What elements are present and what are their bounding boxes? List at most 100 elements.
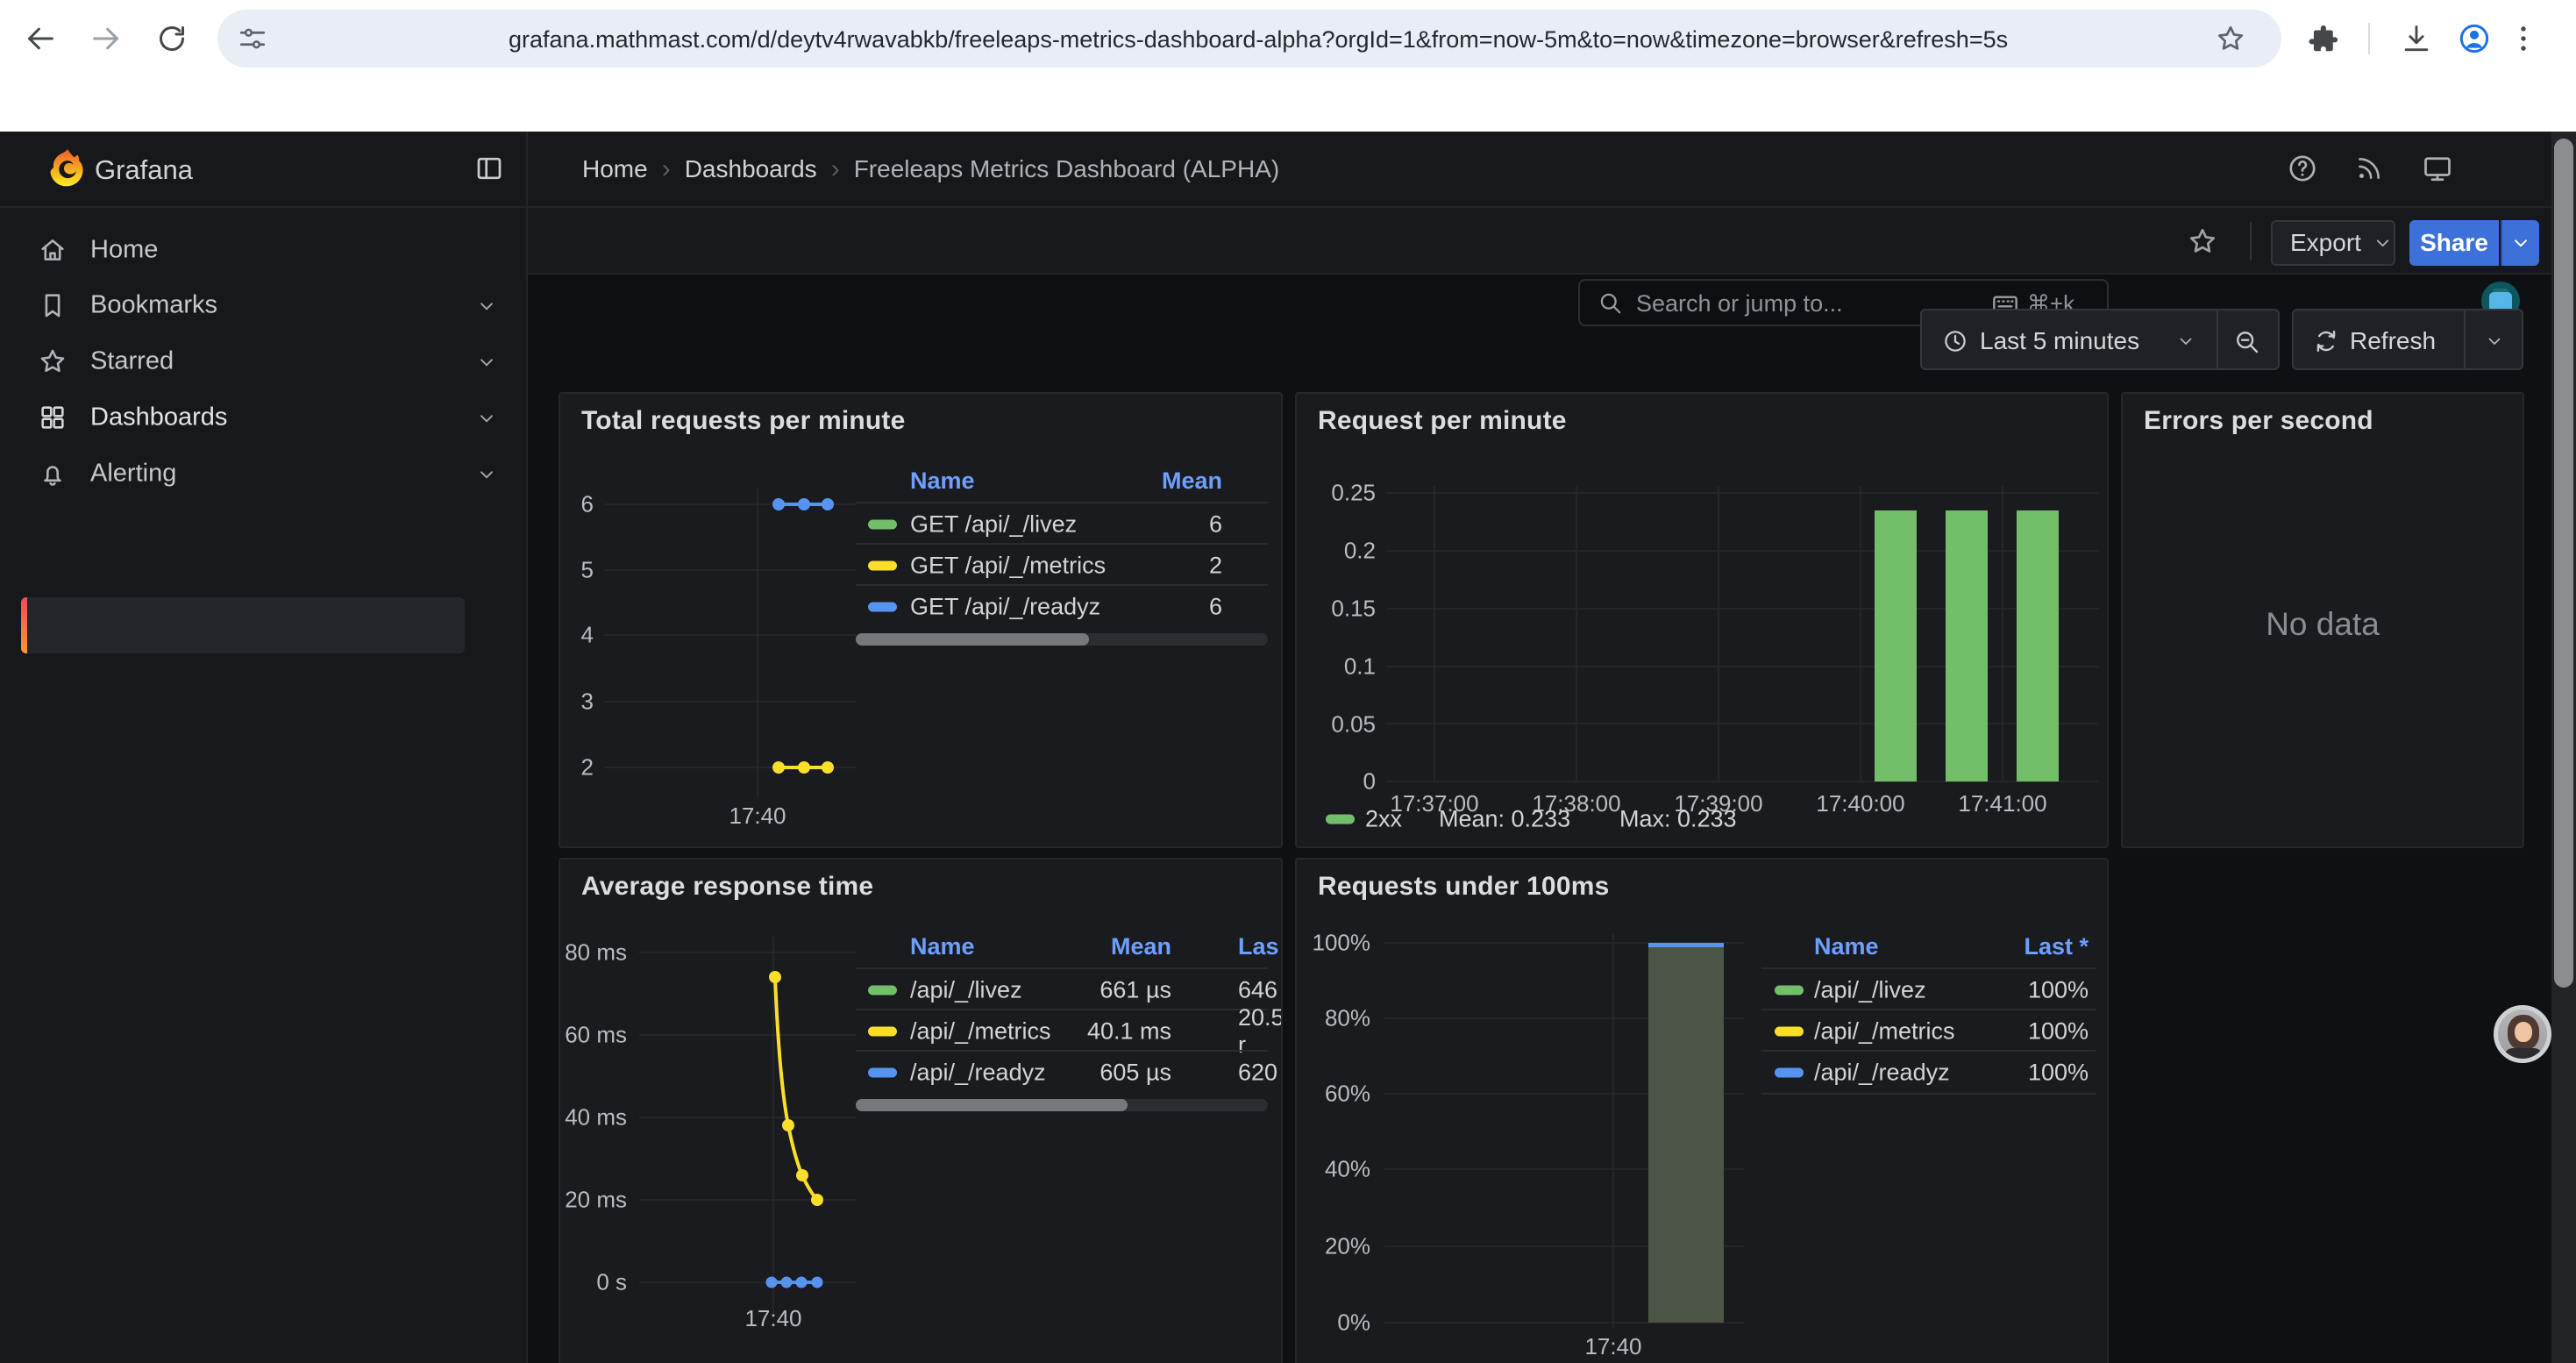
chevron-down-icon[interactable]	[2483, 330, 2506, 353]
panel-title[interactable]: Request per minute	[1318, 406, 1567, 436]
menu-kebab-icon[interactable]	[2506, 21, 2541, 56]
series-name[interactable]: GET /api/_/metrics	[910, 552, 1106, 579]
sidebar-item-starred[interactable]: Starred	[0, 333, 526, 389]
legend-row[interactable]: /api/_/readyz 605 µs 620	[856, 1050, 1268, 1093]
legend-col-last[interactable]: Last *	[2024, 933, 2089, 960]
series-swatch-yellow[interactable]	[868, 1026, 897, 1036]
series-name[interactable]: GET /api/_/livez	[910, 510, 1077, 538]
bell-icon	[37, 458, 68, 489]
panel-title[interactable]: Average response time	[581, 872, 873, 902]
panel-total-requests[interactable]: Total requests per minute 6 5 4 3 2 17:4…	[559, 392, 1283, 848]
grafana-logo[interactable]	[47, 147, 88, 194]
profile-icon[interactable]	[2457, 21, 2492, 56]
chevron-down-icon[interactable]	[473, 405, 500, 432]
series-name[interactable]: /api/_/readyz	[910, 1059, 1046, 1086]
sidebar-item-bookmarks[interactable]: Bookmarks	[0, 277, 526, 333]
legend-col-name[interactable]: Name	[910, 933, 975, 960]
back-icon[interactable]	[23, 21, 58, 56]
series-last: 100%	[2028, 1017, 2089, 1045]
legend-col-mean[interactable]: Mean	[1111, 933, 1171, 960]
series-swatch-blue[interactable]	[1775, 1067, 1804, 1077]
extensions-icon[interactable]	[2306, 21, 2341, 56]
star-icon	[37, 346, 68, 377]
display-icon[interactable]	[2420, 151, 2455, 186]
share-label: Share	[2420, 229, 2488, 257]
chevron-down-icon[interactable]	[473, 461, 500, 488]
series-swatch-green[interactable]	[868, 985, 897, 995]
chevron-down-icon[interactable]	[473, 349, 500, 375]
series-swatch-blue[interactable]	[868, 1067, 897, 1077]
legend-row[interactable]: /api/_/metrics 100%	[1761, 1009, 2096, 1052]
series-swatch-green[interactable]	[1326, 815, 1355, 824]
zoom-out-icon[interactable]	[2231, 325, 2262, 357]
reload-icon[interactable]	[154, 21, 189, 56]
share-button[interactable]: Share	[2409, 220, 2499, 266]
panel-errors-per-second[interactable]: Errors per second No data	[2121, 392, 2524, 848]
series-name[interactable]: /api/_/metrics	[1814, 1017, 1955, 1045]
legend-scrollbar[interactable]	[856, 633, 1268, 646]
refresh-controls: Refresh	[2292, 309, 2523, 370]
legend-col-last[interactable]: Las	[1238, 933, 1279, 960]
y-tick: 0.2	[1297, 538, 1376, 565]
legend-row[interactable]: /api/_/livez 100%	[1761, 967, 2096, 1010]
export-button[interactable]: Export	[2271, 220, 2395, 266]
scrollbar-thumb[interactable]	[2554, 139, 2573, 988]
panel-toggle-icon[interactable]	[472, 151, 507, 186]
site-settings-icon[interactable]	[237, 23, 268, 54]
chevron-down-icon[interactable]	[473, 293, 500, 319]
breadcrumb-home[interactable]: Home	[582, 155, 648, 183]
legend-row[interactable]: /api/_/metrics 40.1 ms 20.5 r	[856, 1009, 1268, 1052]
time-controls: Last 5 minutes	[1920, 309, 2280, 370]
legend-col-mean[interactable]: Mean	[1162, 467, 1222, 495]
series-name[interactable]: 2xx	[1365, 806, 1402, 833]
series-swatch-green[interactable]	[1775, 985, 1804, 995]
sidebar-item-dashboards[interactable]: Dashboards	[0, 389, 526, 446]
download-icon[interactable]	[2399, 21, 2434, 56]
breadcrumb-separator: ›	[648, 154, 685, 184]
series-swatch-yellow[interactable]	[1775, 1026, 1804, 1036]
panel-requests-under-100ms[interactable]: Requests under 100ms 100% 80% 60% 40% 20…	[1295, 858, 2109, 1363]
series-name[interactable]: /api/_/readyz	[1814, 1059, 1950, 1086]
address-bar[interactable]	[217, 10, 2281, 68]
sidebar-item-alerting[interactable]: Alerting	[0, 446, 526, 502]
legend-row[interactable]: /api/_/livez 661 µs 646	[856, 967, 1268, 1010]
bookmarks-bar: Freeleaps 收藏博客	[0, 77, 2576, 132]
forward-icon[interactable]	[89, 21, 124, 56]
series-name[interactable]: /api/_/livez	[1814, 976, 1926, 1003]
series-name[interactable]: /api/_/metrics	[910, 1017, 1051, 1045]
y-tick: 3	[560, 689, 594, 716]
panel-title[interactable]: Total requests per minute	[581, 406, 906, 436]
line-chart	[639, 937, 857, 1319]
panel-title[interactable]: Requests under 100ms	[1318, 872, 1609, 902]
breadcrumb-dashboards[interactable]: Dashboards	[685, 155, 817, 183]
share-menu-button[interactable]	[2501, 220, 2539, 266]
legend-row[interactable]: GET /api/_/livez 6	[856, 502, 1268, 545]
news-rss-icon[interactable]	[2352, 151, 2387, 186]
legend-col-name[interactable]: Name	[1814, 933, 1879, 960]
bookmark-star-icon[interactable]	[2215, 23, 2246, 54]
panel-request-per-minute[interactable]: Request per minute 0.25 0.2 0.15 0.1 0.0…	[1295, 392, 2109, 848]
panel-title[interactable]: Errors per second	[2144, 406, 2373, 436]
legend-row[interactable]: /api/_/readyz 100%	[1761, 1050, 2096, 1095]
series-swatch-blue[interactable]	[868, 602, 897, 611]
help-icon[interactable]	[2285, 151, 2320, 186]
series-last: 620	[1238, 1059, 1277, 1086]
time-range-label[interactable]: Last 5 minutes	[1980, 327, 2139, 355]
sidebar-item-home[interactable]: Home	[0, 222, 526, 278]
legend-col-name[interactable]: Name	[910, 467, 975, 495]
legend-row[interactable]: GET /api/_/readyz 6	[856, 584, 1268, 627]
favorite-star-icon[interactable]	[2185, 224, 2220, 259]
y-tick: 100%	[1297, 930, 1370, 957]
series-swatch-green[interactable]	[868, 519, 897, 529]
url-input[interactable]	[507, 10, 2387, 69]
panel-average-response-time[interactable]: Average response time 80 ms 60 ms 40 ms …	[559, 858, 1283, 1363]
series-name[interactable]: /api/_/livez	[910, 976, 1022, 1003]
legend-scrollbar[interactable]	[856, 1099, 1268, 1111]
legend-row[interactable]: GET /api/_/metrics 2	[856, 543, 1268, 586]
series-name[interactable]: GET /api/_/readyz	[910, 593, 1100, 620]
refresh-icon[interactable]	[2311, 326, 2341, 356]
floating-avatar[interactable]	[2494, 1005, 2551, 1063]
refresh-label[interactable]: Refresh	[2350, 327, 2436, 355]
chevron-down-icon[interactable]	[2174, 330, 2197, 353]
series-swatch-yellow[interactable]	[868, 560, 897, 570]
